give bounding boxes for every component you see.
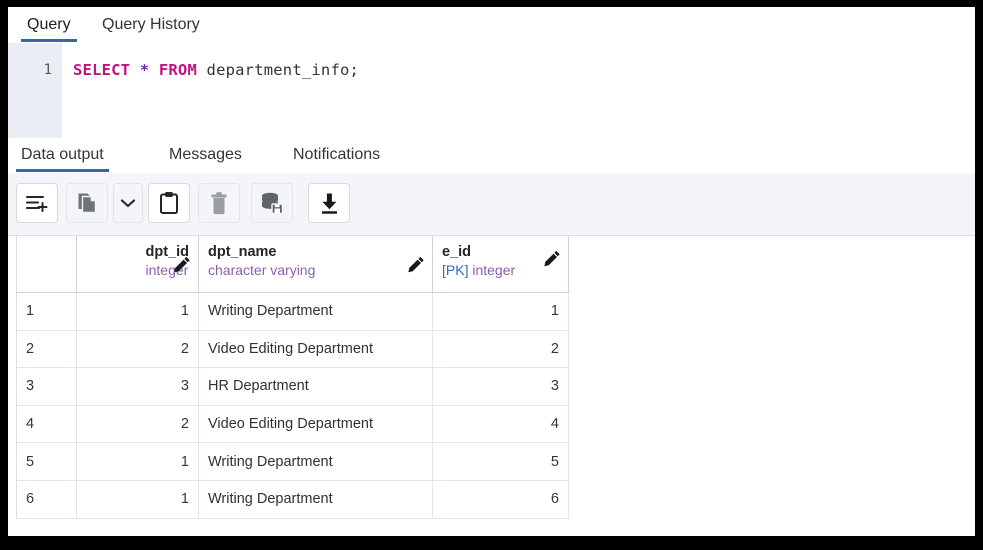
row-number: 3 <box>17 368 77 405</box>
sql-statement: SELECT * FROM department_info; <box>73 61 359 79</box>
add-row-button[interactable] <box>16 183 58 223</box>
copy-icon <box>77 192 98 215</box>
sql-terminator: ; <box>350 61 360 79</box>
tab-query-label: Query <box>27 16 71 33</box>
editor-gutter: 1 <box>8 43 62 138</box>
sql-keyword-select: SELECT <box>73 61 130 79</box>
sql-keyword-from: FROM <box>159 61 197 79</box>
row-number: 5 <box>17 443 77 480</box>
cell-dpt-name[interactable]: Video Editing Department <box>199 331 433 368</box>
delete-row-button[interactable] <box>198 183 240 223</box>
tab-query-active-underline <box>21 39 77 42</box>
tab-messages-label: Messages <box>169 146 242 163</box>
sql-table-name: department_info <box>207 61 350 79</box>
header-dpt-name-name: dpt_name <box>208 243 315 261</box>
row-number: 4 <box>17 406 77 443</box>
header-rownum-cell <box>17 236 77 292</box>
cell-e-id[interactable]: 3 <box>433 368 569 405</box>
edit-pencil-icon[interactable] <box>408 256 425 273</box>
edit-pencil-icon[interactable] <box>544 250 561 267</box>
header-cell-dpt-id[interactable]: dpt_id integer <box>77 236 199 292</box>
header-cell-dpt-name[interactable]: dpt_name character varying <box>199 236 433 292</box>
output-tab-bar: Data output Messages Notifications <box>8 138 975 174</box>
results-grid: dpt_id integer dpt_name character varyin… <box>16 235 570 519</box>
table-row[interactable]: 1 1 Writing Department 1 <box>17 293 570 331</box>
row-number: 1 <box>17 293 77 330</box>
cell-e-id[interactable]: 4 <box>433 406 569 443</box>
cell-dpt-id[interactable]: 1 <box>77 481 199 518</box>
line-number-1: 1 <box>44 62 52 78</box>
add-row-icon <box>25 192 49 214</box>
copy-button[interactable] <box>66 183 108 223</box>
results-toolbar <box>8 173 975 236</box>
cell-dpt-id[interactable]: 3 <box>77 368 199 405</box>
table-row[interactable]: 2 2 Video Editing Department 2 <box>17 331 570 369</box>
download-icon <box>319 192 340 215</box>
table-row[interactable]: 5 1 Writing Department 5 <box>17 443 570 481</box>
query-tab-bar: Query Query History <box>8 7 975 44</box>
cell-dpt-name[interactable]: Video Editing Department <box>199 406 433 443</box>
header-e-id-name: e_id <box>442 243 515 261</box>
tab-notifications[interactable]: Notifications <box>288 138 385 172</box>
save-data-changes-button[interactable] <box>251 183 293 223</box>
pgadmin-query-tool: Query Query History 1 SELECT * FROM depa… <box>8 7 975 536</box>
table-row[interactable]: 6 1 Writing Department 6 <box>17 481 570 519</box>
chevron-down-icon <box>119 197 137 209</box>
cell-dpt-id[interactable]: 1 <box>77 443 199 480</box>
tab-messages[interactable]: Messages <box>164 138 247 172</box>
cell-e-id[interactable]: 2 <box>433 331 569 368</box>
paste-button[interactable] <box>148 183 190 223</box>
cell-dpt-name[interactable]: HR Department <box>199 368 433 405</box>
tab-data-output-active-underline <box>16 169 109 172</box>
tab-query[interactable]: Query <box>21 7 77 42</box>
copy-options-button[interactable] <box>113 183 143 223</box>
table-row[interactable]: 3 3 HR Department 3 <box>17 368 570 406</box>
tab-query-history-label: Query History <box>102 16 200 33</box>
paste-clipboard-icon <box>159 191 179 215</box>
row-number: 6 <box>17 481 77 518</box>
sql-editor[interactable]: 1 SELECT * FROM department_info; <box>8 43 975 138</box>
header-e-id-type: integer <box>472 262 515 278</box>
tab-query-history[interactable]: Query History <box>96 7 206 42</box>
header-dpt-name-type: character varying <box>208 262 315 280</box>
table-row[interactable]: 4 2 Video Editing Department 4 <box>17 406 570 444</box>
cell-dpt-id[interactable]: 2 <box>77 331 199 368</box>
tab-data-output-label: Data output <box>21 146 104 163</box>
grid-header-row: dpt_id integer dpt_name character varyin… <box>17 236 570 293</box>
row-number: 2 <box>17 331 77 368</box>
cell-dpt-name[interactable]: Writing Department <box>199 481 433 518</box>
cell-e-id[interactable]: 5 <box>433 443 569 480</box>
cell-e-id[interactable]: 6 <box>433 481 569 518</box>
cell-dpt-id[interactable]: 2 <box>77 406 199 443</box>
cell-e-id[interactable]: 1 <box>433 293 569 330</box>
edit-pencil-icon[interactable] <box>174 256 191 273</box>
cell-dpt-name[interactable]: Writing Department <box>199 443 433 480</box>
header-cell-e-id[interactable]: e_id [PK] integer <box>433 236 569 292</box>
tab-notifications-label: Notifications <box>293 146 380 163</box>
trash-icon <box>210 192 228 215</box>
editor-code-area[interactable]: SELECT * FROM department_info; <box>62 43 975 138</box>
header-e-id-pk: [PK] <box>442 262 468 278</box>
tab-data-output[interactable]: Data output <box>16 138 109 172</box>
sql-star: * <box>140 61 150 79</box>
cell-dpt-name[interactable]: Writing Department <box>199 293 433 330</box>
save-data-changes-icon <box>260 192 284 214</box>
download-button[interactable] <box>308 183 350 223</box>
cell-dpt-id[interactable]: 1 <box>77 293 199 330</box>
